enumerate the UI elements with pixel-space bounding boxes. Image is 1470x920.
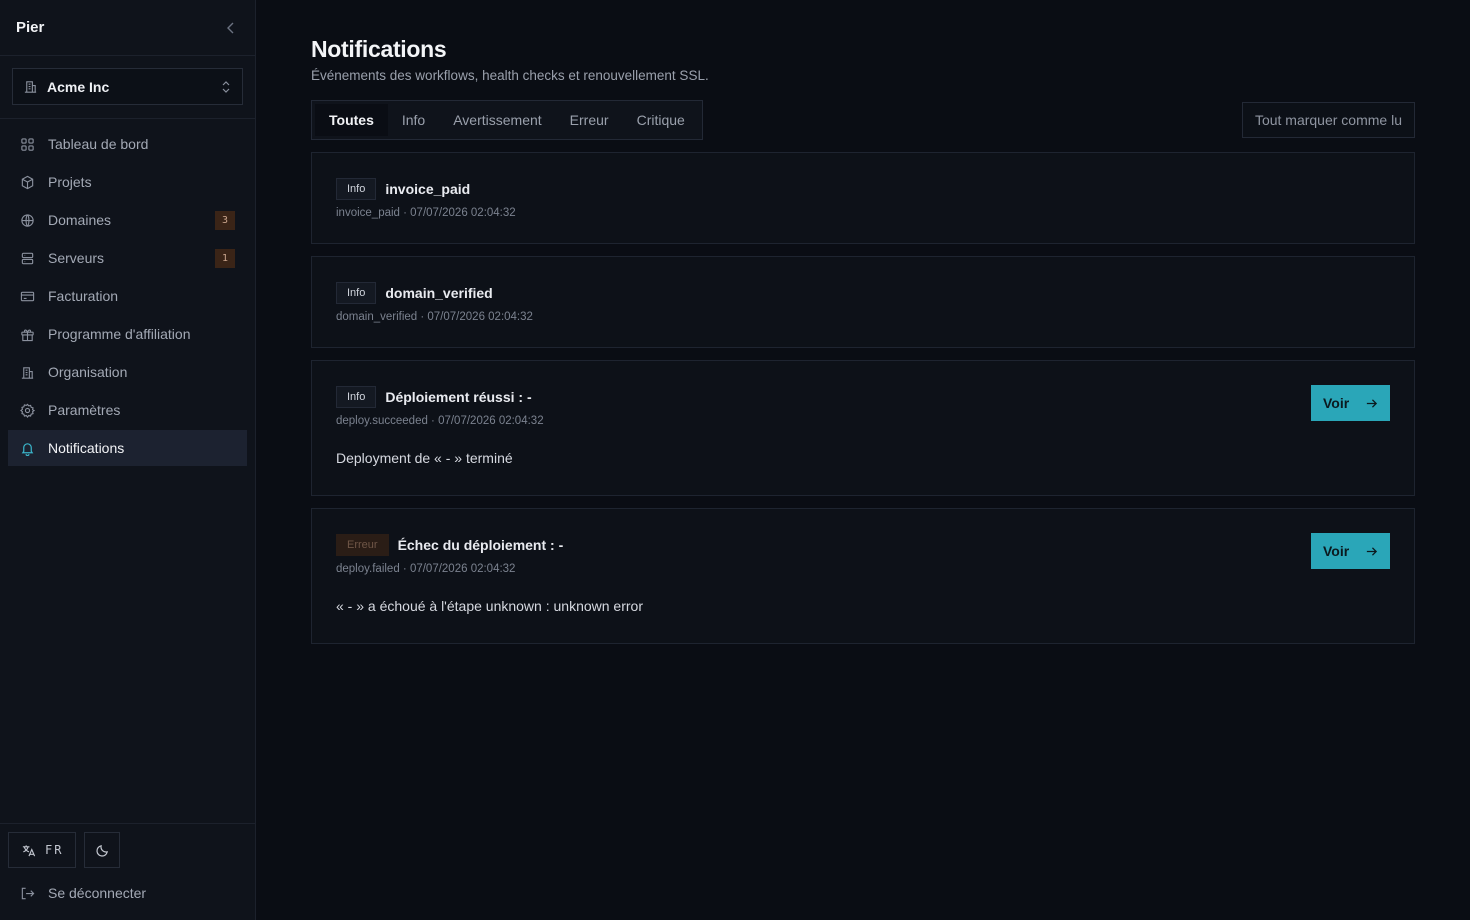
brand-name: Pier [16, 19, 45, 36]
server-icon [20, 251, 35, 266]
bell-icon [20, 441, 35, 456]
notifications-toolbar: Toutes Info Avertissement Erreur Critiqu… [311, 100, 1415, 140]
collapse-sidebar-icon[interactable] [223, 20, 239, 36]
sidebar-item-domains[interactable]: Domaines 3 [8, 202, 247, 238]
notification-title: Échec du déploiement : - [397, 537, 564, 553]
sidebar-item-label: Serveurs [48, 250, 105, 266]
page-title: Notifications [311, 36, 447, 62]
notification-description: « - » a échoué à l'étape unknown : unkno… [336, 598, 643, 614]
view-button-label: Voir [1323, 395, 1350, 411]
sidebar-item-label: Programme d'affiliation [48, 326, 191, 342]
view-button[interactable]: Voir [1311, 385, 1390, 421]
view-button-label: Voir [1323, 543, 1350, 559]
notification-card: Info domain_verified domain_verified · 0… [311, 256, 1415, 348]
credit-card-icon [20, 289, 35, 304]
notification-title: invoice_paid [385, 181, 471, 197]
arrow-right-icon [1365, 397, 1378, 410]
notification-title: domain_verified [385, 285, 493, 301]
logout-button[interactable]: Se déconnecter [8, 876, 247, 910]
globe-icon [20, 213, 35, 228]
notification-meta: deploy.succeeded · 07/07/2026 02:04:32 [336, 415, 544, 427]
translate-icon [21, 843, 36, 858]
logout-icon [20, 886, 35, 901]
sidebar-item-dashboard[interactable]: Tableau de bord [8, 126, 247, 162]
sidebar-item-label: Tableau de bord [48, 136, 149, 152]
grid-icon [20, 137, 35, 152]
theme-toggle-button[interactable] [84, 832, 121, 868]
gear-icon [20, 403, 35, 418]
sidebar-item-label: Facturation [48, 288, 119, 304]
sidebar-item-label: Notifications [48, 440, 125, 456]
tab-info[interactable]: Info [388, 104, 439, 136]
org-name: Acme Inc [47, 78, 110, 95]
sidebar-item-servers[interactable]: Serveurs 1 [8, 240, 247, 276]
sidebar-item-label: Domaines [48, 212, 112, 228]
sidebar-footer: FR Se déconnecter [0, 823, 255, 920]
view-button[interactable]: Voir [1311, 533, 1390, 569]
notification-card: Info Déploiement réussi : - deploy.succe… [311, 360, 1415, 496]
notification-card: Erreur Échec du déploiement : - deploy.f… [311, 508, 1415, 644]
building-icon [20, 365, 35, 380]
language-switcher[interactable]: FR [8, 832, 77, 868]
arrow-right-icon [1365, 545, 1378, 558]
org-switcher[interactable]: Acme Inc [12, 68, 243, 105]
notification-meta: domain_verified · 07/07/2026 02:04:32 [336, 311, 533, 323]
logout-label: Se déconnecter [48, 885, 147, 901]
sidebar: Pier Acme Inc Tableau de bord Projets Do… [0, 0, 256, 920]
sidebar-item-projects[interactable]: Projets [8, 164, 247, 200]
notification-list: Info invoice_paid invoice_paid · 07/07/2… [311, 152, 1415, 644]
sidebar-item-label: Organisation [48, 364, 128, 380]
moon-icon [95, 843, 110, 858]
sidebar-item-organization[interactable]: Organisation [8, 354, 247, 390]
notification-description: Deployment de « - » terminé [336, 450, 513, 466]
severity-badge: Info [336, 178, 377, 200]
box-icon [20, 175, 35, 190]
servers-count-badge: 1 [215, 248, 235, 268]
notification-title: Déploiement réussi : - [385, 389, 532, 405]
tab-warning[interactable]: Avertissement [439, 104, 555, 136]
sidebar-item-notifications[interactable]: Notifications [8, 430, 247, 466]
chevron-up-down-icon [220, 80, 232, 94]
sidebar-item-settings[interactable]: Paramètres [8, 392, 247, 428]
gift-icon [20, 327, 35, 342]
severity-tabs: Toutes Info Avertissement Erreur Critiqu… [311, 100, 703, 140]
sidebar-item-label: Projets [48, 174, 92, 190]
severity-badge: Info [336, 282, 377, 304]
language-code: FR [45, 843, 64, 857]
notification-meta: deploy.failed · 07/07/2026 02:04:32 [336, 563, 516, 575]
severity-badge: Info [336, 386, 377, 408]
page-subtitle: Événements des workflows, health checks … [311, 68, 709, 83]
building-icon [23, 79, 38, 94]
notification-card: Info invoice_paid invoice_paid · 07/07/2… [311, 152, 1415, 244]
sidebar-header: Pier [0, 0, 255, 56]
domains-count-badge: 3 [215, 210, 235, 230]
mark-all-read-button[interactable]: Tout marquer comme lu [1241, 102, 1415, 138]
sidebar-nav: Tableau de bord Projets Domaines 3 Serve… [0, 119, 255, 475]
tab-critical[interactable]: Critique [623, 104, 699, 136]
sidebar-item-affiliate[interactable]: Programme d'affiliation [8, 316, 247, 352]
notification-meta: invoice_paid · 07/07/2026 02:04:32 [336, 207, 516, 219]
sidebar-item-billing[interactable]: Facturation [8, 278, 247, 314]
sidebar-item-label: Paramètres [48, 402, 121, 418]
severity-badge: Erreur [336, 534, 389, 556]
tab-all[interactable]: Toutes [315, 104, 388, 136]
main-content: Notifications Événements des workflows, … [311, 0, 1415, 656]
tab-error[interactable]: Erreur [556, 104, 623, 136]
